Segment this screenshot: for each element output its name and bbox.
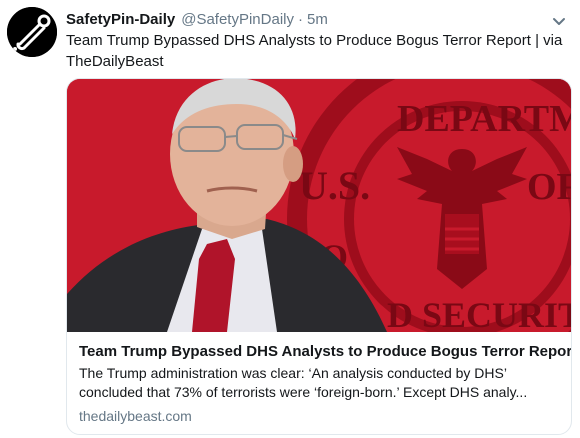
card-body[interactable]: Team Trump Bypassed DHS Analysts to Prod…: [79, 342, 571, 424]
svg-text:D SECURITY: D SECURITY: [387, 295, 571, 332]
safety-pin-icon: [7, 7, 57, 57]
link-card[interactable]: U.S. DEPARTMENT OF HO D SECURITY: [66, 78, 572, 435]
chevron-down-icon[interactable]: [550, 12, 568, 30]
timestamp[interactable]: 5m: [307, 11, 328, 28]
card-image[interactable]: U.S. DEPARTMENT OF HO D SECURITY: [67, 79, 571, 332]
display-name[interactable]: SafetyPin-Daily: [66, 11, 175, 28]
card-description: The Trump administration was clear: ‘An …: [79, 365, 528, 400]
tweet-text: Team Trump Bypassed DHS Analysts to Prod…: [66, 32, 563, 70]
svg-text:U.S.: U.S.: [299, 163, 370, 208]
tweet-header: SafetyPin-Daily @SafetyPinDaily · 5m: [66, 9, 540, 29]
card-domain[interactable]: thedailybeast.com: [79, 408, 559, 424]
svg-text:OF: OF: [527, 166, 571, 208]
avatar[interactable]: [7, 7, 57, 57]
card-title[interactable]: Team Trump Bypassed DHS Analysts to Prod…: [79, 342, 571, 362]
separator-dot: ·: [298, 10, 303, 28]
user-handle[interactable]: @SafetyPinDaily: [181, 11, 294, 28]
svg-text:DEPARTMENT: DEPARTMENT: [397, 98, 571, 140]
